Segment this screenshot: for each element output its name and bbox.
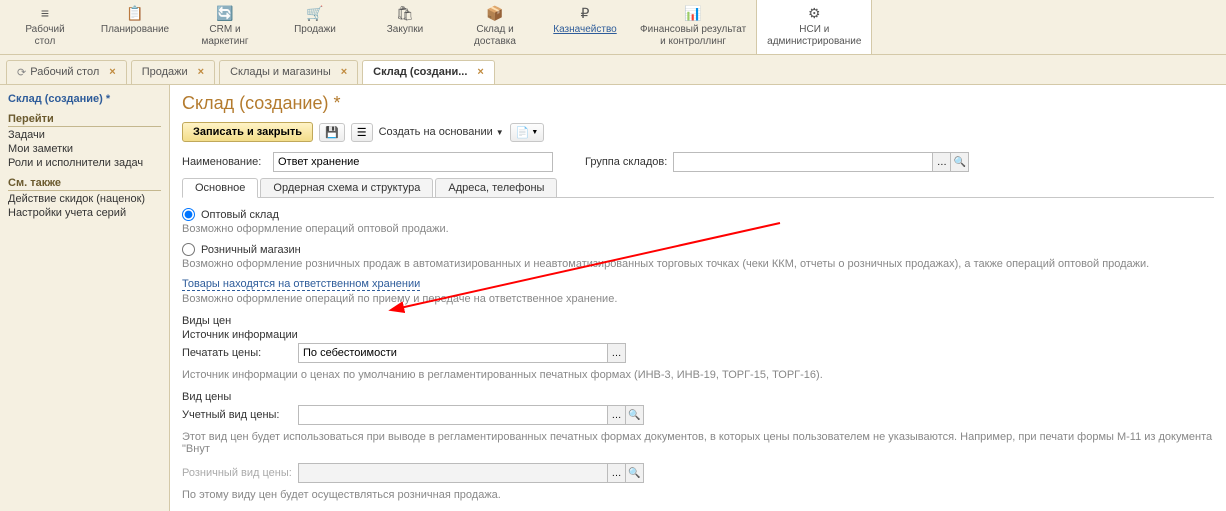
report-button[interactable]: 📄▼ [510,123,545,142]
group-label: Группа складов: [585,156,667,168]
close-icon[interactable]: × [109,66,115,78]
treasury-icon: ₽ [581,4,590,22]
radio-wholesale[interactable] [182,208,195,221]
select-button[interactable]: … [608,343,626,363]
sidebar-link-tasks[interactable]: Задачи [8,129,161,141]
acct-price-input[interactable] [298,405,608,425]
toolbar-purchases[interactable]: 🛍Закупки [360,0,450,54]
hint-print: Источник информации о ценах по умолчанию… [182,369,1214,381]
sidebar-link-notes[interactable]: Мои заметки [8,143,161,155]
finance-icon: 📊 [684,4,701,22]
radio-retail[interactable] [182,243,195,256]
acct-price-label: Учетный вид цены: [182,409,292,421]
gear-icon: ⚙ [808,4,821,22]
print-prices-input[interactable] [298,343,608,363]
page-title: Склад (создание) * [182,93,1214,114]
toolbar-admin[interactable]: ⚙НСИ иадминистрирование [756,0,872,54]
inner-tabs: Основное Ордерная схема и структура Адре… [182,178,1214,198]
command-bar: Записать и закрыть 💾 ☰ Создать на основа… [182,122,1214,142]
list-button[interactable]: ☰ [351,123,373,142]
retail-price-label: Розничный вид цены: [182,467,292,479]
toolbar-planning[interactable]: 📋Планирование [90,0,180,54]
hint-retail: Возможно оформление розничных продаж в а… [182,258,1214,270]
toolbar-desktop[interactable]: ≡Рабочийстол [0,0,90,54]
hint-custody: Возможно оформление операций по приему и… [182,293,1214,305]
toolbar-treasury[interactable]: ₽Казначейство [540,0,630,54]
toolbar-crm[interactable]: 🔄CRM имаркетинг [180,0,270,54]
main-toolbar: ≡Рабочийстол 📋Планирование 🔄CRM имаркети… [0,0,1226,55]
radio-retail-label: Розничный магазин [201,244,301,256]
select-button[interactable]: … [608,405,626,425]
sidebar-section-goto: Перейти [8,113,161,127]
tab-warehouses[interactable]: Склады и магазины× [219,60,358,84]
chevron-down-icon: ▼ [496,128,504,137]
sidebar: Склад (создание) * Перейти Задачи Мои за… [0,85,170,511]
name-label: Наименование: [182,156,267,168]
toolbar-warehouse[interactable]: 📦Склад идоставка [450,0,540,54]
toolbar-finance[interactable]: 📊Финансовый результати контроллинг [630,0,756,54]
retail-price-input [298,463,608,483]
inner-tab-order[interactable]: Ордерная схема и структура [260,178,433,197]
inner-tab-main[interactable]: Основное [182,178,258,198]
select-button[interactable]: … [608,463,626,483]
desktop-icon: ≡ [41,4,49,22]
search-button[interactable]: 🔍 [626,405,644,425]
hint-wholesale: Возможно оформление операций оптовой про… [182,223,1214,235]
purchases-icon: 🛍 [396,4,414,22]
tab-sales[interactable]: Продажи× [131,60,215,84]
content-area: Склад (создание) * Записать и закрыть 💾 … [170,85,1226,511]
toolbar-sales[interactable]: 🛒Продажи [270,0,360,54]
close-icon[interactable]: × [341,66,347,78]
inner-tab-address[interactable]: Адреса, телефоны [435,178,557,197]
search-button[interactable]: 🔍 [951,152,969,172]
tabs-bar: ⟳Рабочий стол× Продажи× Склады и магазин… [0,55,1226,85]
sales-icon: 🛒 [306,4,323,22]
close-icon[interactable]: × [198,66,204,78]
create-based-button[interactable]: Создать на основании▼ [379,126,504,138]
sidebar-link-roles[interactable]: Роли и исполнители задач [8,157,161,169]
hint-acct: Этот вид цен будет использоваться при вы… [182,431,1214,455]
search-button[interactable]: 🔍 [626,463,644,483]
hint-retail-price: По этому виду цен будет осуществляться р… [182,489,1214,501]
crm-icon: 🔄 [216,4,233,22]
select-button[interactable]: … [933,152,951,172]
refresh-icon: ⟳ [17,66,26,79]
tab-warehouse-create[interactable]: Склад (создани...× [362,60,495,84]
sidebar-link-discounts[interactable]: Действие скидок (наценок) [8,193,161,205]
sidebar-title: Склад (создание) * [8,93,161,105]
save-button[interactable]: 💾 [319,123,345,142]
link-custody[interactable]: Товары находятся на ответственном хранен… [182,278,420,291]
close-icon[interactable]: × [477,66,483,78]
print-prices-label: Печатать цены: [182,347,292,359]
planning-icon: 📋 [126,4,143,22]
name-input[interactable] [273,152,553,172]
price-type-heading: Вид цены [182,391,1214,403]
tab-desktop[interactable]: ⟳Рабочий стол× [6,60,127,84]
sidebar-section-seealso: См. также [8,177,161,191]
prices-heading: Виды цен [182,315,1214,327]
save-close-button[interactable]: Записать и закрыть [182,122,313,142]
warehouse-icon: 📦 [486,4,503,22]
sidebar-link-series[interactable]: Настройки учета серий [8,207,161,219]
info-source-label: Источник информации [182,329,1214,341]
group-input[interactable] [673,152,933,172]
radio-wholesale-label: Оптовый склад [201,209,279,221]
